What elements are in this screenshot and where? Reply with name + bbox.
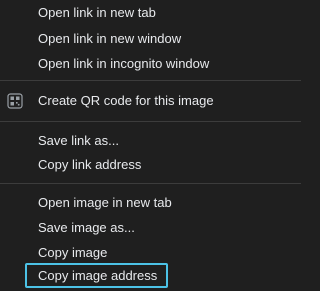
menu-item-label: Copy image <box>38 245 108 260</box>
menu-item-label: Save link as... <box>38 133 119 148</box>
menu-item-label: Create QR code for this image <box>38 93 214 108</box>
menu-separator <box>0 121 301 122</box>
menu-item-label: Open link in new window <box>38 31 182 46</box>
menu-item-copy-link-address[interactable]: Copy link address <box>0 153 301 177</box>
context-menu: Open link in new tab Open link in new wi… <box>0 0 301 291</box>
menu-item-open-link-incognito[interactable]: Open link in incognito window <box>0 52 301 76</box>
menu-item-label: Save image as... <box>38 220 135 235</box>
menu-item-label: Open link in incognito window <box>38 56 210 71</box>
menu-item-label: Copy link address <box>38 157 142 172</box>
menu-separator <box>0 183 301 184</box>
menu-item-copy-image[interactable]: Copy image <box>0 241 301 265</box>
menu-item-open-image-new-tab[interactable]: Open image in new tab <box>0 191 301 215</box>
menu-item-label: Copy image address <box>38 268 158 283</box>
menu-item-open-link-new-tab[interactable]: Open link in new tab <box>0 1 301 25</box>
menu-item-create-qr-code[interactable]: Create QR code for this image <box>0 89 301 113</box>
menu-item-save-image-as[interactable]: Save image as... <box>0 216 301 240</box>
menu-separator <box>0 80 301 81</box>
menu-item-copy-image-address[interactable]: Copy image address <box>0 264 301 288</box>
menu-item-save-link-as[interactable]: Save link as... <box>0 129 301 153</box>
menu-item-open-link-new-window[interactable]: Open link in new window <box>0 27 301 51</box>
qr-code-icon <box>7 93 23 109</box>
menu-item-label: Open link in new tab <box>38 5 156 20</box>
menu-item-label: Open image in new tab <box>38 195 172 210</box>
